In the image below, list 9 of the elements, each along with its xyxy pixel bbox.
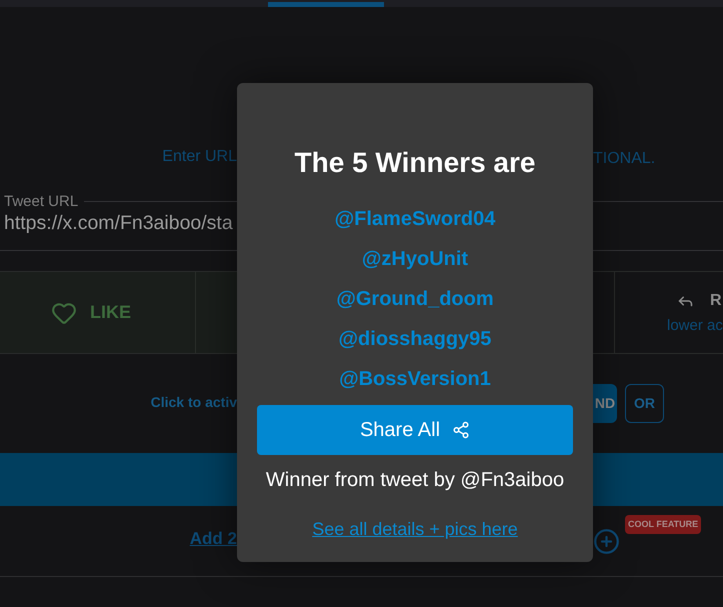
url-value: https://x.com/Fn3aiboo/sta [4,212,233,234]
field-label: Tweet URL [3,193,80,210]
hint-text: Click to activ [150,393,237,411]
source-text: Winner from tweet by @Fn3aiboo [266,468,564,492]
dialog-title: The 5 Winners are [294,146,536,180]
instruction-text: Enter URL [162,147,237,167]
feature-badge: COOL FEATURE [625,515,702,534]
instruction-text: TIONAL. [593,150,656,167]
button-caption: lower ac [666,318,723,334]
